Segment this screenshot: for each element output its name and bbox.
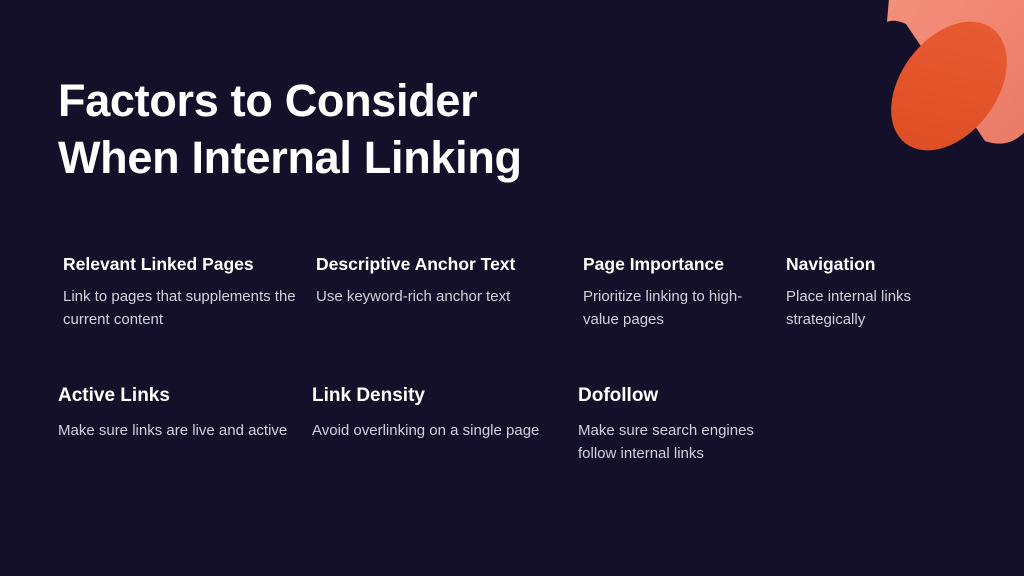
page-title-line-1: Factors to Consider — [58, 75, 478, 126]
page-title: Factors to Consider When Internal Linkin… — [58, 72, 698, 186]
factor-item-relevant-linked-pages: Relevant Linked Pages Link to pages that… — [63, 253, 308, 331]
factor-heading: Relevant Linked Pages — [63, 254, 254, 274]
factor-item-link-density: Link Density Avoid overlinking on a sing… — [312, 384, 562, 442]
factor-item-descriptive-anchor-text: Descriptive Anchor Text Use keyword-rich… — [316, 253, 566, 308]
factor-description: Use keyword-rich anchor text — [316, 288, 511, 305]
factor-description: Prioritize linking to high-value pages — [583, 288, 743, 328]
factor-description: Make sure links are live and active — [58, 422, 288, 439]
slide-canvas: Factors to Consider When Internal Linkin… — [0, 0, 1024, 576]
factor-description: Place internal links strategically — [786, 288, 912, 328]
factor-item-dofollow: Dofollow Make sure search engines follow… — [578, 384, 778, 465]
factor-heading: Descriptive Anchor Text — [316, 254, 516, 274]
factors-row-1: Relevant Linked Pages Link to pages that… — [0, 253, 1024, 363]
factor-description: Make sure search engines follow internal… — [578, 422, 754, 462]
factor-heading: Page Importance — [583, 254, 725, 274]
cone-decoration — [860, 0, 1024, 160]
factor-heading: Dofollow — [578, 385, 659, 406]
factor-item-navigation: Navigation Place internal links strategi… — [786, 253, 976, 331]
factor-heading: Navigation — [786, 254, 876, 274]
factor-item-page-importance: Page Importance Prioritize linking to hi… — [583, 253, 773, 331]
factor-item-active-links: Active Links Make sure links are live an… — [58, 384, 303, 442]
factor-description: Link to pages that supplements the curre… — [63, 288, 296, 328]
factor-heading: Active Links — [58, 385, 170, 406]
factor-heading: Link Density — [312, 385, 425, 406]
factors-row-2: Active Links Make sure links are live an… — [0, 384, 1024, 494]
page-title-line-2: When Internal Linking — [58, 132, 522, 183]
factor-description: Avoid overlinking on a single page — [312, 422, 540, 439]
